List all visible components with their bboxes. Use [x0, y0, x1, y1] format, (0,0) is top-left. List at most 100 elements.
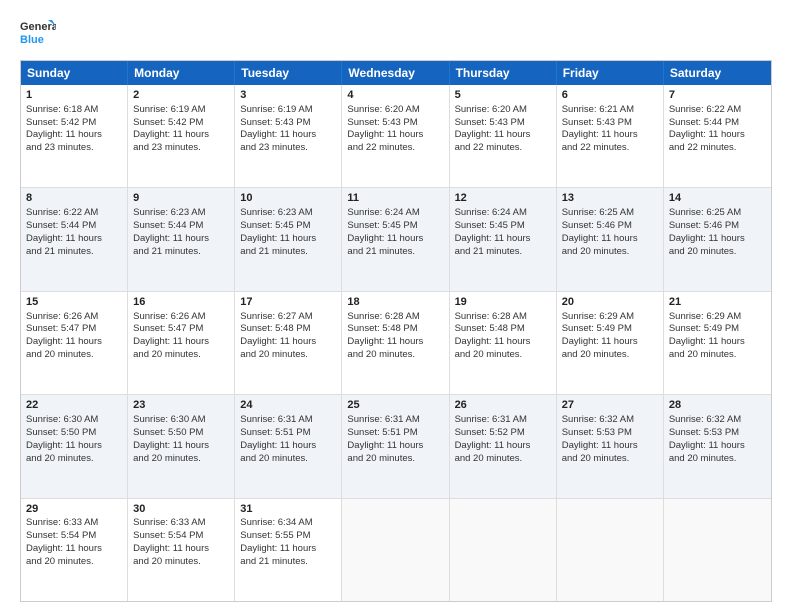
day-info: Sunrise: 6:29 AM — [562, 311, 658, 324]
calendar-cell — [342, 499, 449, 601]
day-number: 26 — [455, 398, 551, 413]
calendar-cell — [450, 499, 557, 601]
day-number: 4 — [347, 88, 443, 103]
day-info: Sunrise: 6:18 AM — [26, 104, 122, 117]
day-info: Sunrise: 6:31 AM — [240, 414, 336, 427]
calendar-row: 29Sunrise: 6:33 AMSunset: 5:54 PMDayligh… — [21, 499, 771, 601]
day-number: 16 — [133, 295, 229, 310]
header-day-friday: Friday — [557, 61, 664, 85]
day-info: and 20 minutes. — [26, 556, 122, 569]
day-info: and 20 minutes. — [240, 349, 336, 362]
calendar-cell: 22Sunrise: 6:30 AMSunset: 5:50 PMDayligh… — [21, 395, 128, 497]
day-info: Daylight: 11 hours — [240, 543, 336, 556]
day-info: Sunrise: 6:26 AM — [26, 311, 122, 324]
calendar-cell: 31Sunrise: 6:34 AMSunset: 5:55 PMDayligh… — [235, 499, 342, 601]
day-info: Sunrise: 6:27 AM — [240, 311, 336, 324]
day-info: and 20 minutes. — [133, 453, 229, 466]
day-info: Sunset: 5:44 PM — [133, 220, 229, 233]
day-info: Sunset: 5:46 PM — [562, 220, 658, 233]
day-info: and 20 minutes. — [455, 349, 551, 362]
day-info: and 21 minutes. — [347, 246, 443, 259]
calendar-cell: 3Sunrise: 6:19 AMSunset: 5:43 PMDaylight… — [235, 85, 342, 187]
day-info: Sunset: 5:42 PM — [133, 117, 229, 130]
day-number: 21 — [669, 295, 766, 310]
day-info: Daylight: 11 hours — [26, 543, 122, 556]
day-info: Daylight: 11 hours — [133, 129, 229, 142]
day-info: Sunset: 5:43 PM — [455, 117, 551, 130]
calendar-row: 8Sunrise: 6:22 AMSunset: 5:44 PMDaylight… — [21, 188, 771, 291]
logo-container: General Blue — [20, 16, 56, 52]
calendar-cell: 11Sunrise: 6:24 AMSunset: 5:45 PMDayligh… — [342, 188, 449, 290]
day-info: Sunset: 5:54 PM — [26, 530, 122, 543]
day-number: 24 — [240, 398, 336, 413]
day-info: Sunset: 5:43 PM — [562, 117, 658, 130]
calendar-cell: 4Sunrise: 6:20 AMSunset: 5:43 PMDaylight… — [342, 85, 449, 187]
header-day-wednesday: Wednesday — [342, 61, 449, 85]
day-info: Sunrise: 6:34 AM — [240, 517, 336, 530]
header-day-sunday: Sunday — [21, 61, 128, 85]
header-day-monday: Monday — [128, 61, 235, 85]
day-info: Daylight: 11 hours — [240, 129, 336, 142]
day-info: Sunrise: 6:25 AM — [562, 207, 658, 220]
day-info: Sunrise: 6:24 AM — [347, 207, 443, 220]
calendar-cell: 14Sunrise: 6:25 AMSunset: 5:46 PMDayligh… — [664, 188, 771, 290]
calendar-cell: 23Sunrise: 6:30 AMSunset: 5:50 PMDayligh… — [128, 395, 235, 497]
day-info: Daylight: 11 hours — [562, 129, 658, 142]
calendar-row: 22Sunrise: 6:30 AMSunset: 5:50 PMDayligh… — [21, 395, 771, 498]
calendar-row: 15Sunrise: 6:26 AMSunset: 5:47 PMDayligh… — [21, 292, 771, 395]
calendar-cell: 29Sunrise: 6:33 AMSunset: 5:54 PMDayligh… — [21, 499, 128, 601]
svg-text:General: General — [20, 21, 56, 33]
day-info: Sunrise: 6:23 AM — [133, 207, 229, 220]
day-number: 11 — [347, 191, 443, 206]
calendar-header: SundayMondayTuesdayWednesdayThursdayFrid… — [21, 61, 771, 85]
calendar-cell: 7Sunrise: 6:22 AMSunset: 5:44 PMDaylight… — [664, 85, 771, 187]
calendar-cell: 19Sunrise: 6:28 AMSunset: 5:48 PMDayligh… — [450, 292, 557, 394]
day-info: Sunrise: 6:19 AM — [240, 104, 336, 117]
calendar-cell: 25Sunrise: 6:31 AMSunset: 5:51 PMDayligh… — [342, 395, 449, 497]
page: General Blue SundayMondayTuesdayWednesda… — [0, 0, 792, 612]
day-info: Sunrise: 6:26 AM — [133, 311, 229, 324]
day-info: and 23 minutes. — [133, 142, 229, 155]
day-info: Sunset: 5:47 PM — [133, 323, 229, 336]
day-number: 28 — [669, 398, 766, 413]
day-number: 9 — [133, 191, 229, 206]
calendar-cell: 9Sunrise: 6:23 AMSunset: 5:44 PMDaylight… — [128, 188, 235, 290]
day-info: Daylight: 11 hours — [347, 336, 443, 349]
day-number: 7 — [669, 88, 766, 103]
day-info: Sunset: 5:50 PM — [133, 427, 229, 440]
day-number: 14 — [669, 191, 766, 206]
day-info: Sunrise: 6:23 AM — [240, 207, 336, 220]
calendar-cell: 6Sunrise: 6:21 AMSunset: 5:43 PMDaylight… — [557, 85, 664, 187]
day-info: Sunset: 5:51 PM — [347, 427, 443, 440]
day-info: Daylight: 11 hours — [26, 336, 122, 349]
day-info: Daylight: 11 hours — [26, 129, 122, 142]
day-number: 23 — [133, 398, 229, 413]
calendar-body: 1Sunrise: 6:18 AMSunset: 5:42 PMDaylight… — [21, 85, 771, 601]
calendar-cell: 24Sunrise: 6:31 AMSunset: 5:51 PMDayligh… — [235, 395, 342, 497]
day-info: Sunset: 5:53 PM — [562, 427, 658, 440]
day-info: Sunrise: 6:33 AM — [133, 517, 229, 530]
calendar-cell: 28Sunrise: 6:32 AMSunset: 5:53 PMDayligh… — [664, 395, 771, 497]
day-number: 3 — [240, 88, 336, 103]
logo-bird-icon: General Blue — [20, 16, 56, 52]
day-info: Sunset: 5:51 PM — [240, 427, 336, 440]
day-info: and 23 minutes. — [26, 142, 122, 155]
calendar-cell: 5Sunrise: 6:20 AMSunset: 5:43 PMDaylight… — [450, 85, 557, 187]
calendar-cell — [557, 499, 664, 601]
day-info: Daylight: 11 hours — [669, 440, 766, 453]
day-info: Sunrise: 6:25 AM — [669, 207, 766, 220]
calendar-cell: 15Sunrise: 6:26 AMSunset: 5:47 PMDayligh… — [21, 292, 128, 394]
day-info: Daylight: 11 hours — [669, 233, 766, 246]
header: General Blue — [20, 16, 772, 52]
calendar-cell: 20Sunrise: 6:29 AMSunset: 5:49 PMDayligh… — [557, 292, 664, 394]
calendar-cell: 17Sunrise: 6:27 AMSunset: 5:48 PMDayligh… — [235, 292, 342, 394]
day-info: Daylight: 11 hours — [347, 129, 443, 142]
day-info: Sunset: 5:54 PM — [133, 530, 229, 543]
day-info: Sunset: 5:43 PM — [240, 117, 336, 130]
calendar-cell: 30Sunrise: 6:33 AMSunset: 5:54 PMDayligh… — [128, 499, 235, 601]
day-info: and 21 minutes. — [455, 246, 551, 259]
day-number: 27 — [562, 398, 658, 413]
day-info: Daylight: 11 hours — [133, 440, 229, 453]
day-info: Sunrise: 6:32 AM — [669, 414, 766, 427]
day-info: Sunset: 5:49 PM — [562, 323, 658, 336]
